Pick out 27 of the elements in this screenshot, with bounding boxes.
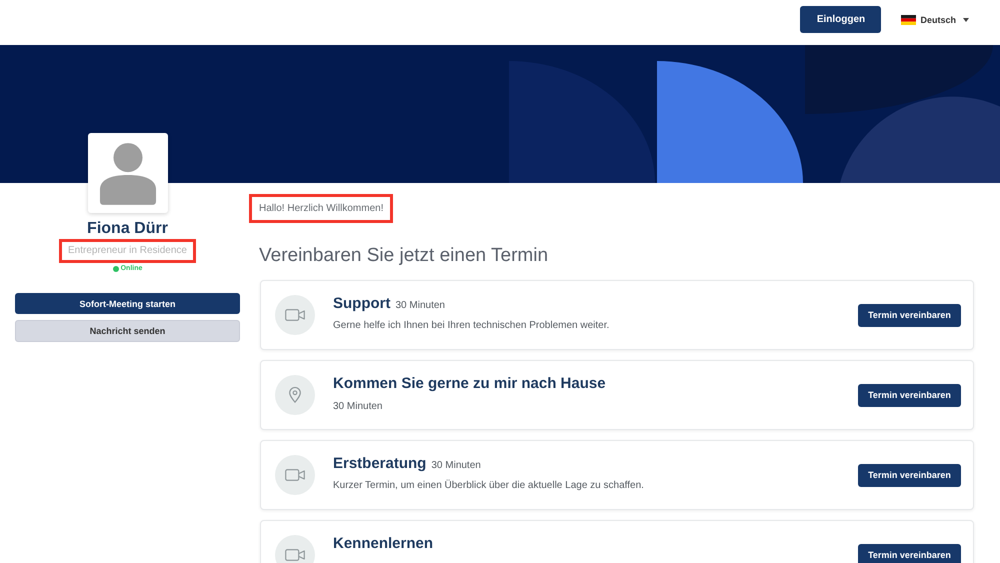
login-button[interactable]: Einloggen — [800, 6, 882, 33]
book-appointment-button[interactable]: Termin vereinbaren — [858, 304, 961, 326]
appointment-title: Kennenlernen — [333, 534, 434, 553]
duration-text: 30 Minuten — [431, 459, 481, 472]
duration-text: 30 Minuten — [333, 400, 382, 413]
duration-text: 30 Minuten — [396, 299, 445, 312]
appointment-title: Kommen Sie gerne zu mir nach Hause — [333, 374, 606, 393]
book-appointment-button[interactable]: Termin vereinbaren — [858, 384, 961, 406]
language-selector[interactable]: Deutsch — [901, 14, 969, 26]
location-pin-icon — [275, 375, 315, 415]
flag-icon — [901, 15, 916, 25]
appointment-title: Support — [333, 294, 390, 313]
book-appointment-button[interactable]: Termin vereinbaren — [858, 464, 961, 486]
appointment-description: Kurzer Termin, um einen Überblick über die aktuelle Lage zu schaffen. — [333, 479, 644, 492]
appointment-title: Erstberatung — [333, 454, 426, 473]
start-meeting-button[interactable]: Sofort-Meeting starten — [15, 293, 240, 314]
profile-name: Fiona Dürr — [87, 219, 168, 239]
caret-icon — [963, 18, 969, 22]
video-camera-icon — [275, 295, 315, 335]
send-message-button[interactable]: Nachricht senden — [15, 320, 240, 342]
book-appointment-button[interactable]: Termin vereinbaren — [858, 544, 961, 563]
section-heading: Vereinbaren Sie jetzt einen Termin — [259, 244, 548, 268]
profile-role: Entrepreneur in Residence — [68, 244, 187, 258]
appointment-description: Gerne helfe ich Ihnen bei Ihren technischen Problemen weiter. — [333, 319, 610, 332]
person-silhouette-icon — [98, 143, 156, 205]
greeting-text: Hallo! Herzlich Willkommen! — [259, 202, 384, 215]
video-camera-icon — [275, 455, 315, 495]
